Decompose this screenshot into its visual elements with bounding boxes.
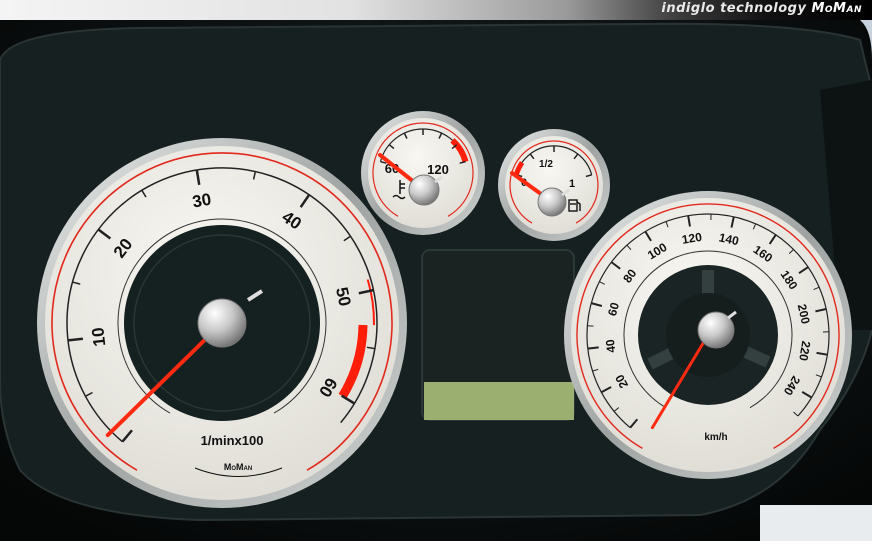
lcd-screen [424, 382, 574, 420]
tach-brand: MoMan [224, 462, 252, 472]
tachometer: 102030405060 1/minx100 MoMan [37, 138, 407, 508]
tach-tick-label: 10 [88, 326, 109, 347]
speedo-unit: km/h [704, 432, 727, 443]
tach-tick-mark [67, 337, 84, 342]
tach-hub [197, 298, 247, 348]
banner: indiglo technology MoMan [0, 0, 872, 20]
fuel-tick-label: 1 [569, 178, 575, 190]
tach-unit: 1/minx100 [201, 433, 264, 448]
tach-tick-label: 30 [191, 190, 213, 212]
cluster-svg: 102030405060 1/minx100 MoMan 20406080100… [0, 20, 872, 541]
fuel-gauge: 0 1/2 1 [498, 129, 610, 241]
tach-tick-label: 50 [332, 285, 355, 308]
banner-tagline: indiglo technology [661, 1, 807, 16]
speedometer: 20406080100120 140160180200220240 km/h [564, 191, 852, 479]
speedo-tick-label: 40 [603, 338, 618, 353]
temperature-gauge: 60 120 [361, 111, 485, 235]
temp-tick-label: 120 [427, 162, 449, 177]
speedo-tick-mark [587, 346, 599, 350]
fuel-hub [537, 187, 567, 217]
banner-text: indiglo technology MoMan [661, 1, 862, 16]
temp-hub [408, 174, 440, 206]
instrument-cluster-photo: indiglo technology MoMan 10 20 30 40 50 … [0, 0, 872, 541]
fuel-tick-label: 1/2 [539, 159, 553, 170]
banner-brand: MoMan [811, 1, 862, 16]
background-glare [760, 505, 872, 541]
